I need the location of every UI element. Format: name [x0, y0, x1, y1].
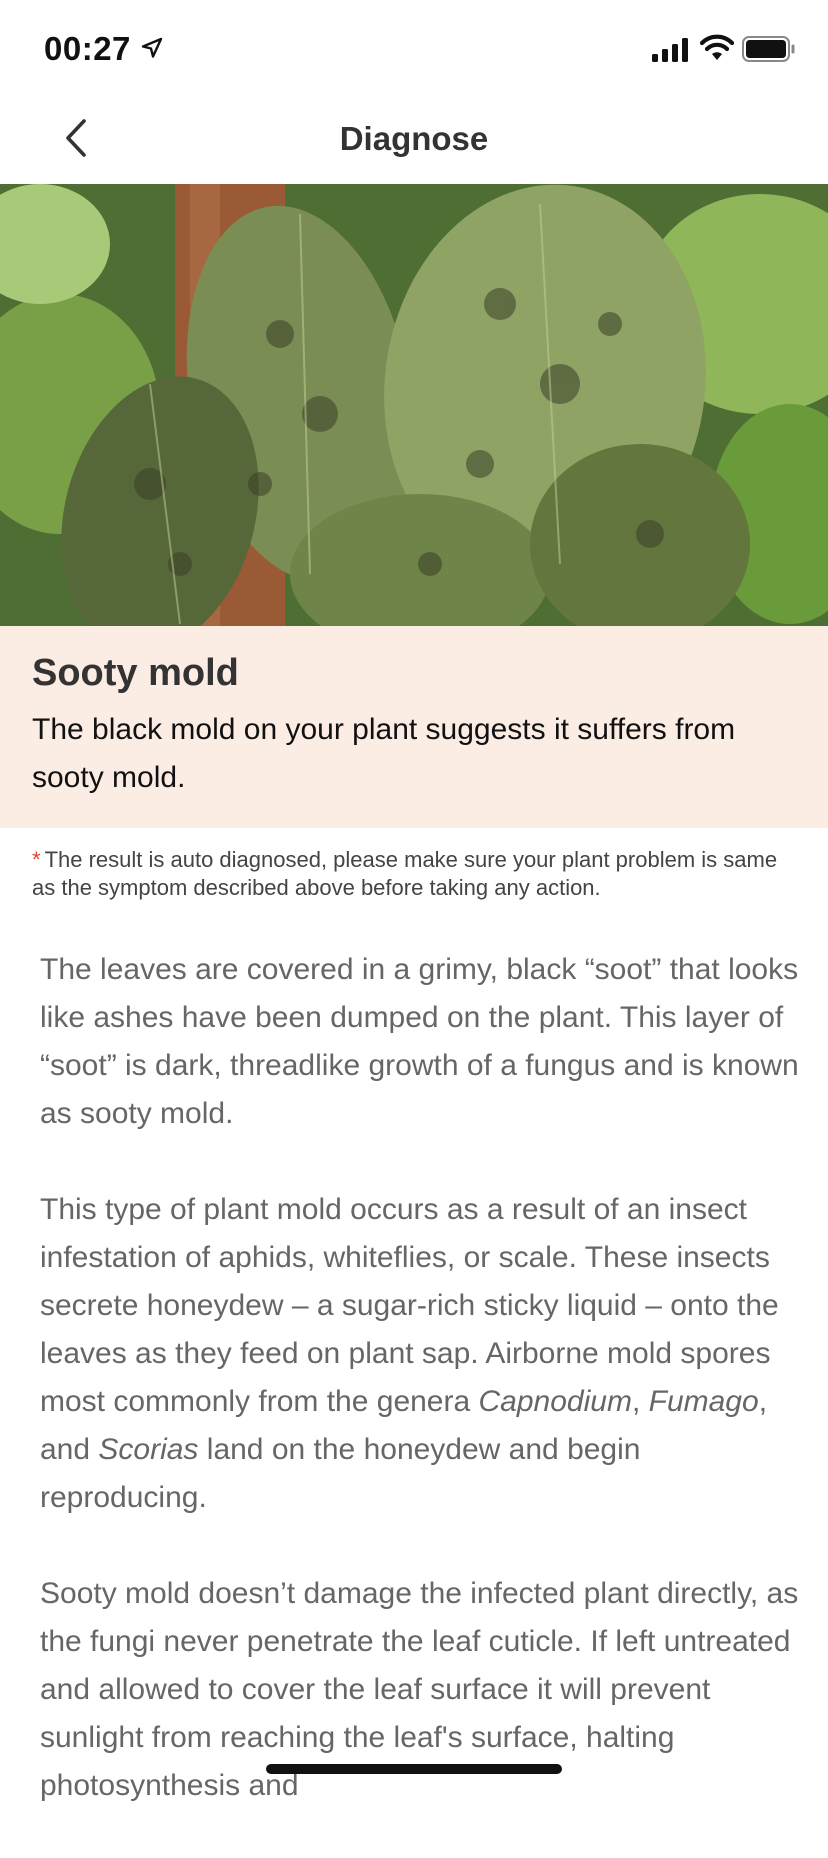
disclaimer-text: The result is auto diagnosed, please mak… — [32, 847, 778, 900]
location-arrow-icon — [141, 37, 163, 58]
required-asterisk: * — [32, 847, 41, 872]
genus-name: Fumago — [648, 1385, 759, 1418]
diagnosis-title: Sooty mold — [32, 652, 239, 694]
genus-name: Capnodium — [478, 1385, 632, 1418]
home-indicator[interactable] — [266, 1764, 562, 1774]
description-body: The leaves are covered in a grimy, black… — [40, 946, 800, 1858]
status-time: 00:27 — [44, 30, 131, 67]
description-paragraph: Sooty mold doesn’t damage the infected p… — [40, 1577, 799, 1802]
page-title: Diagnose — [339, 120, 489, 157]
battery-icon — [742, 36, 795, 62]
diagnosis-result-card: Sooty mold The black mold on your plant … — [0, 626, 828, 828]
cellular-signal-icon — [652, 38, 688, 62]
wifi-icon — [700, 34, 734, 60]
plant-photo — [0, 184, 828, 626]
description-paragraph: The leaves are covered in a grimy, black… — [40, 953, 799, 1130]
diagnosis-summary: The black mold on your plant suggests it… — [32, 713, 736, 794]
nav-bar: Diagnose — [0, 92, 828, 184]
genus-name: Scorias — [98, 1433, 199, 1466]
separator: , — [631, 1385, 649, 1418]
status-bar: 00:27 — [0, 0, 828, 92]
description-paragraph: This type of plant mold occurs as a resu… — [40, 1186, 800, 1522]
disclaimer-note: * The result is auto diagnosed, please ma… — [32, 846, 792, 902]
